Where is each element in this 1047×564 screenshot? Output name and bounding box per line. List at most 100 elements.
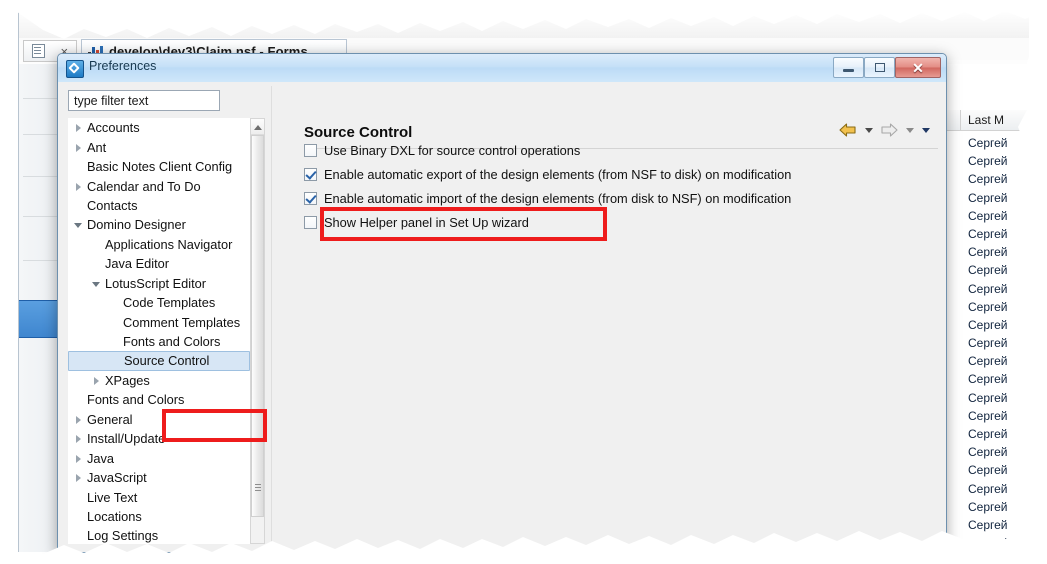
background-list-row[interactable]: Сергей <box>968 316 1029 334</box>
screenshot-root: × develop\dev3\Claim.nsf - Forms Last M <box>0 0 1047 564</box>
tree-item-fonts-and-colors[interactable]: Fonts and Colors <box>68 332 250 351</box>
background-list-row[interactable]: Сергей <box>968 298 1029 316</box>
maximize-button[interactable] <box>864 57 895 78</box>
back-arrow-icon[interactable] <box>837 121 859 139</box>
expand-arrow-right-icon[interactable] <box>74 182 83 191</box>
background-list-row[interactable]: Сергей <box>968 516 1029 534</box>
tree-item-live-text[interactable]: Live Text <box>68 487 250 506</box>
tree-item-label: Log Settings <box>87 528 159 544</box>
expand-arrow-down-icon[interactable] <box>74 220 83 229</box>
background-list-row[interactable]: Сергей <box>968 480 1029 498</box>
tree-item-ant[interactable]: Ant <box>68 137 250 156</box>
scroll-thumb[interactable] <box>251 135 264 517</box>
page-title: Source Control <box>304 124 413 141</box>
scroll-up-icon[interactable] <box>251 119 264 135</box>
background-list-row[interactable]: Сергей <box>968 534 1029 552</box>
background-list-row[interactable]: Сергей <box>968 225 1029 243</box>
tree-item-basic-notes-client-config[interactable]: Basic Notes Client Config <box>68 157 250 176</box>
expand-arrow-right-icon[interactable] <box>92 376 101 385</box>
background-list-row[interactable]: Сергей <box>968 189 1029 207</box>
option-row-3[interactable]: Enable automatic import of the design el… <box>304 191 791 206</box>
checkbox-icon[interactable] <box>304 216 317 229</box>
tree-item-fonts-and-colors[interactable]: Fonts and Colors <box>68 390 250 409</box>
list-icon <box>31 44 45 58</box>
filter-input[interactable]: type filter text <box>68 90 220 111</box>
tree-item-calendar-and-to-do[interactable]: Calendar and To Do <box>68 176 250 195</box>
view-menu-chevron-down-icon[interactable] <box>919 121 932 139</box>
forward-history-chevron-down-icon[interactable] <box>903 121 916 139</box>
option-row-4[interactable]: Show Helper panel in Set Up wizard <box>304 215 529 230</box>
tree-item-label: Java <box>87 450 115 466</box>
option-row-2[interactable]: Enable automatic export of the design el… <box>304 167 791 182</box>
tree-item-lotusscript-editor[interactable]: LotusScript Editor <box>68 274 250 293</box>
preferences-tree[interactable]: Accounts Ant Basic Notes Client Config Cale… <box>68 118 250 544</box>
tree-item-label: Fonts and Colors <box>87 392 185 408</box>
close-button[interactable]: ✕ <box>895 57 941 78</box>
expand-arrow-down-icon[interactable] <box>92 279 101 288</box>
option-row-1[interactable]: Use Binary DXL for source control operat… <box>304 143 580 158</box>
background-list-row[interactable]: Сергей <box>968 498 1029 516</box>
tree-item-label: Live Text <box>87 489 138 505</box>
dialog-title-bar[interactable]: Preferences ✕ <box>58 54 946 83</box>
background-list-row[interactable]: Сергей <box>968 407 1029 425</box>
expand-arrow-right-icon[interactable] <box>74 454 83 463</box>
tree-item-label: Source Control <box>124 353 210 369</box>
tree-item-applications-navigator[interactable]: Applications Navigator <box>68 235 250 254</box>
background-list-row[interactable]: Сергей <box>968 207 1029 225</box>
background-list-row[interactable]: Сергей <box>968 334 1029 352</box>
expand-arrow-right-icon[interactable] <box>74 473 83 483</box>
background-toolbar-strip <box>19 12 1029 39</box>
background-list-row[interactable]: Сергей <box>968 261 1029 279</box>
tree-item-xpages[interactable]: XPages <box>68 371 250 390</box>
background-list-row[interactable]: Сергей <box>968 152 1029 170</box>
background-list-row[interactable]: Сергей <box>968 461 1029 479</box>
forward-arrow-icon[interactable] <box>878 121 900 139</box>
tree-item-install-update[interactable]: Install/Update <box>68 429 250 448</box>
background-list-row[interactable]: Сергей <box>968 134 1029 152</box>
minimize-button[interactable] <box>833 57 864 78</box>
minimize-icon <box>843 68 854 72</box>
tree-item-accounts[interactable]: Accounts <box>68 118 250 137</box>
background-list-row[interactable]: Сергей <box>968 280 1029 298</box>
background-list-row[interactable]: Сергей <box>968 352 1029 370</box>
checkbox-icon[interactable] <box>304 144 317 157</box>
tree-item-label: Fonts and Colors <box>123 334 221 350</box>
preferences-icon <box>66 60 84 78</box>
tree-item-code-templates[interactable]: Code Templates <box>68 293 250 312</box>
dialog-title: Preferences <box>89 59 157 73</box>
expand-arrow-right-icon[interactable] <box>74 415 83 424</box>
back-history-chevron-down-icon[interactable] <box>862 121 875 139</box>
background-column-header-last-modified[interactable]: Last M <box>968 113 1004 127</box>
tree-item-general[interactable]: General <box>68 410 250 429</box>
expand-arrow-right-icon[interactable] <box>74 123 83 133</box>
background-list-row[interactable]: Сергей <box>968 170 1029 188</box>
navigation-toolbar <box>837 121 932 139</box>
tree-item-contacts[interactable]: Contacts <box>68 196 250 215</box>
tree-item-java[interactable]: Java <box>68 448 250 467</box>
tree-item-locations[interactable]: Locations <box>68 507 250 526</box>
tree-item-java-editor[interactable]: Java Editor <box>68 254 250 273</box>
tree-item-log-settings[interactable]: Log Settings <box>68 526 250 544</box>
tree-item-source-control[interactable]: Source Control <box>68 351 250 371</box>
tree-item-comment-templates[interactable]: Comment Templates <box>68 312 250 331</box>
tree-item-javascript[interactable]: JavaScript <box>68 468 250 487</box>
tree-item-label: Calendar and To Do <box>87 178 201 194</box>
background-list-row[interactable]: Сергей <box>968 425 1029 443</box>
background-list-row[interactable]: Сергей <box>968 443 1029 461</box>
checkbox-icon[interactable] <box>304 192 317 205</box>
tree-scrollbar[interactable] <box>250 118 265 544</box>
background-list-row[interactable]: Сергей <box>968 243 1029 261</box>
tree-item-domino-designer[interactable]: Domino Designer <box>68 215 250 234</box>
tree-item-label: Basic Notes Client Config <box>87 159 233 175</box>
background-list-row[interactable]: Сергей <box>968 370 1029 388</box>
expand-arrow-right-icon[interactable] <box>74 434 83 444</box>
tree-item-label: Ant <box>87 139 107 155</box>
checkbox-icon[interactable] <box>304 168 317 181</box>
background-list-row[interactable]: Сергей <box>968 389 1029 407</box>
expand-arrow-right-icon[interactable] <box>74 143 83 152</box>
